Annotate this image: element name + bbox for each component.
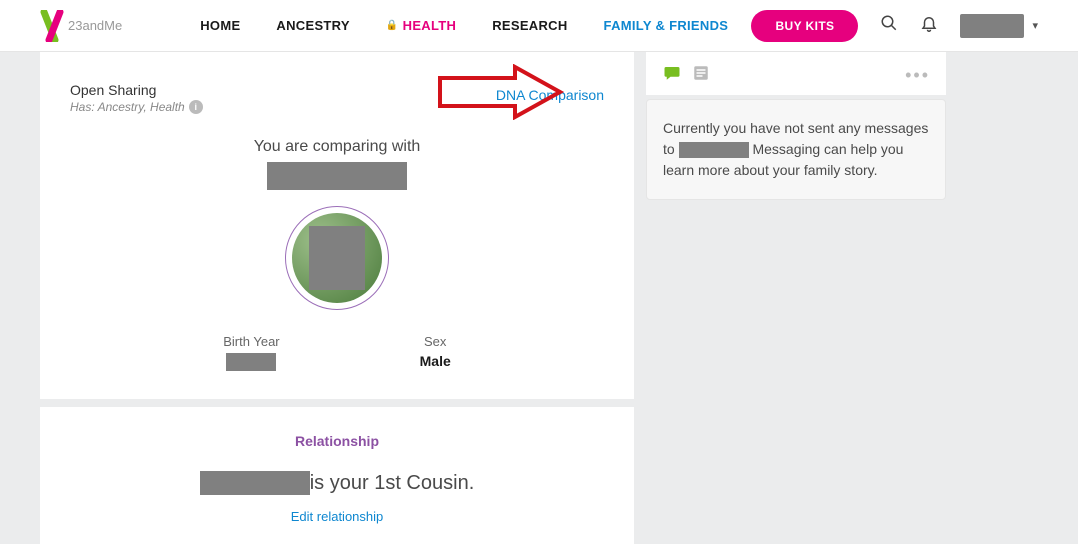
nav-family-friends[interactable]: FAMILY & FRIENDS [586,18,747,33]
bell-icon[interactable] [920,14,938,37]
edit-relationship-link[interactable]: Edit relationship [70,509,604,524]
avatar-photo-redacted [309,226,365,290]
nav-health[interactable]: 🔒 HEALTH [368,18,474,33]
comparing-block: You are comparing with Birth Year Sex Ma… [70,138,604,371]
global-header: 23andMe HOME ANCESTRY 🔒 HEALTH RESEARCH … [0,0,1078,52]
chevron-down-icon: ▾ [1032,19,1038,32]
section-divider [40,399,634,407]
comparing-title: You are comparing with [70,138,604,156]
more-options-icon[interactable]: ••• [905,65,930,86]
relationship-name-redacted [200,471,310,495]
messages-panel: ••• Currently you have not sent any mess… [646,52,946,544]
logo-text: 23andMe [68,18,122,33]
search-icon[interactable] [880,14,898,37]
sex-label: Sex [420,334,451,349]
logo[interactable]: 23andMe [40,10,122,42]
user-menu[interactable]: ▾ [960,14,1038,38]
nav-health-label: HEALTH [403,18,457,33]
relationship-section: Relationship is your 1st Cousin. Edit re… [70,407,604,524]
comparing-name-redacted [267,162,407,190]
main-content: Open Sharing Has: Ancestry, Health i DNA… [0,52,1078,544]
logo-mark-icon [40,10,64,42]
relationship-title: Relationship [70,433,604,449]
relationship-statement: is your 1st Cousin. [70,471,604,495]
has-services-text: Has: Ancestry, Health [70,100,185,114]
messages-tabs: ••• [646,52,946,95]
lock-icon: 🔒 [386,20,399,31]
annotation-arrow-icon [435,64,565,120]
messages-name-redacted [679,142,749,158]
main-nav: HOME ANCESTRY 🔒 HEALTH RESEARCH FAMILY &… [182,18,746,33]
notes-tab-icon[interactable] [692,64,710,87]
empty-messages-notice: Currently you have not sent any messages… [646,99,946,200]
nav-ancestry[interactable]: ANCESTRY [258,18,367,33]
chat-tab-icon[interactable] [662,64,682,87]
header-right: BUY KITS ▾ [751,10,1038,42]
birth-year-value-redacted [226,353,276,371]
relationship-suffix: is your 1st Cousin. [310,472,475,495]
user-avatar [960,14,1024,38]
profile-avatar [285,206,389,310]
nav-research[interactable]: RESEARCH [474,18,585,33]
nav-home[interactable]: HOME [182,18,258,33]
birth-year-label: Birth Year [223,334,279,349]
buy-kits-button[interactable]: BUY KITS [751,10,858,42]
profile-panel: Open Sharing Has: Ancestry, Health i DNA… [40,52,634,544]
sex-col: Sex Male [420,334,451,371]
sex-value: Male [420,353,451,369]
profile-info-row: Birth Year Sex Male [70,334,604,371]
birth-year-col: Birth Year [223,334,279,371]
info-icon[interactable]: i [189,100,203,114]
